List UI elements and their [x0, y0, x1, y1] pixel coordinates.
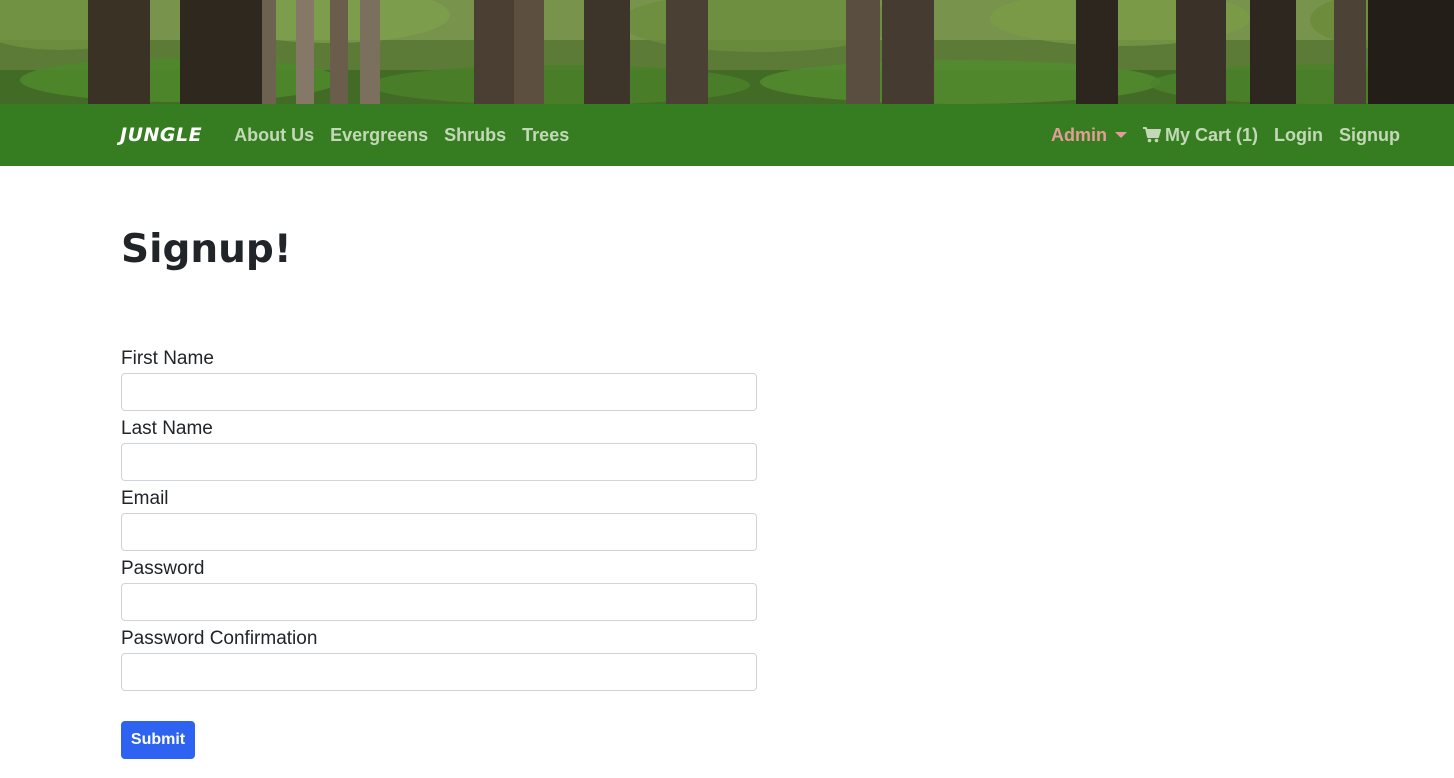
nav-link-trees[interactable]: Trees — [514, 125, 577, 146]
nav-admin-dropdown[interactable]: Admin — [1043, 125, 1135, 146]
nav-link-cart[interactable]: My Cart (1) — [1135, 125, 1266, 146]
nav-link-evergreens[interactable]: Evergreens — [322, 125, 436, 146]
password-confirmation-group: Password Confirmation — [121, 627, 757, 691]
password-group: Password — [121, 557, 757, 621]
nav-link-login[interactable]: Login — [1266, 125, 1331, 146]
nav-right-links: Admin My Cart (1) Login Signup — [1043, 125, 1408, 146]
brand-logo[interactable]: JUNGLE — [120, 124, 202, 146]
last-name-label: Last Name — [121, 418, 213, 439]
forest-banner — [0, 0, 1454, 104]
nav-link-signup[interactable]: Signup — [1331, 125, 1408, 146]
forest-image — [0, 0, 1454, 104]
signup-form: First Name Last Name Email Password Pass… — [121, 347, 757, 759]
first-name-label: First Name — [121, 348, 214, 369]
caret-down-icon — [1115, 132, 1127, 138]
email-label: Email — [121, 488, 169, 509]
page-title: Signup! — [121, 227, 292, 272]
shopping-cart-icon — [1143, 127, 1161, 143]
password-confirmation-input[interactable] — [121, 653, 757, 691]
last-name-input[interactable] — [121, 443, 757, 481]
first-name-input[interactable] — [121, 373, 757, 411]
nav-left-links: About Us Evergreens Shrubs Trees — [226, 125, 577, 146]
cart-label: My Cart (1) — [1165, 124, 1259, 145]
submit-button[interactable]: Submit — [121, 721, 195, 759]
last-name-group: Last Name — [121, 417, 757, 481]
nav-link-about-us[interactable]: About Us — [226, 125, 322, 146]
admin-label: Admin — [1051, 124, 1107, 145]
first-name-group: First Name — [121, 347, 757, 411]
password-label: Password — [121, 558, 205, 579]
email-group: Email — [121, 487, 757, 551]
main-content: Signup! First Name Last Name Email Passw… — [0, 166, 1454, 759]
email-input[interactable] — [121, 513, 757, 551]
nav-link-shrubs[interactable]: Shrubs — [436, 125, 514, 146]
password-input[interactable] — [121, 583, 757, 621]
main-navbar: JUNGLE About Us Evergreens Shrubs Trees … — [0, 104, 1454, 166]
password-confirmation-label: Password Confirmation — [121, 628, 318, 649]
